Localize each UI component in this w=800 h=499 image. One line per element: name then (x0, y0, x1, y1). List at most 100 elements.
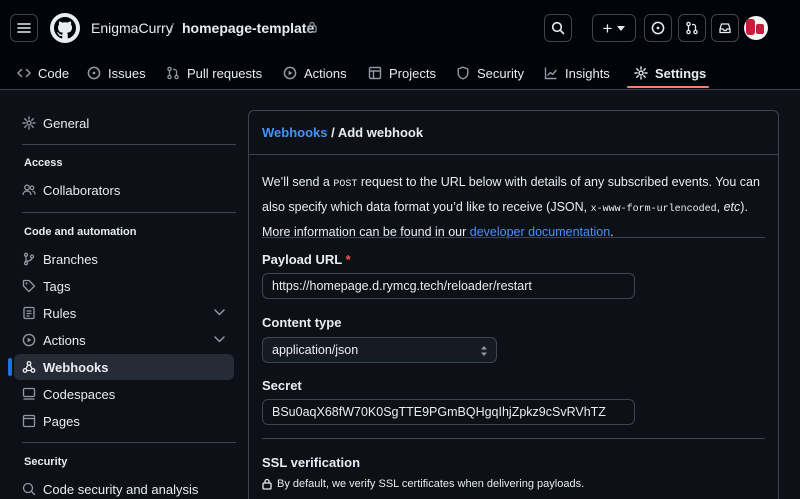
breadcrumb-separator: / (170, 20, 174, 36)
sidebar-item-label: Actions (43, 332, 86, 348)
tag-icon (22, 279, 36, 293)
sidebar-item-label: Rules (43, 305, 77, 321)
browser-icon (22, 414, 36, 428)
tab-label: Code (38, 65, 70, 81)
table-icon (368, 66, 382, 80)
active-tab-indicator (627, 86, 709, 88)
webhook-icon (22, 361, 36, 373)
search-button[interactable] (544, 14, 572, 42)
tab-label: Settings (655, 65, 707, 81)
chevron-down-icon[interactable] (214, 336, 225, 343)
user-avatar[interactable] (744, 16, 768, 40)
tab-pull-requests[interactable]: Pull requests (166, 56, 262, 90)
tab-label: Insights (565, 65, 610, 81)
tab-label: Issues (108, 65, 146, 81)
shield-icon (457, 66, 469, 80)
chevron-down-icon[interactable] (214, 309, 225, 316)
sidebar-divider (22, 442, 236, 443)
content-type-select[interactable]: application/json (262, 337, 497, 363)
sidebar-heading-security: Security (24, 456, 68, 468)
sidebar-item-tags[interactable]: Tags (22, 274, 70, 298)
sidebar-item-label: Tags (43, 278, 71, 294)
intro-text-part: We’ll send a (262, 175, 334, 189)
plus-icon: + (602, 18, 613, 38)
form-urlencoded-code: x-www-form-urlencoded (590, 204, 717, 215)
sidebar-item-rules[interactable]: Rules (22, 301, 76, 325)
tab-code[interactable]: Code (17, 56, 69, 90)
code-icon (17, 68, 31, 78)
sidebar-item-branches[interactable]: Branches (22, 247, 98, 271)
play-icon (22, 333, 36, 347)
tab-issues[interactable]: Issues (87, 56, 146, 90)
intro-text: We’ll send a POST request to the URL bel… (262, 171, 767, 243)
webhooks-breadcrumb-link[interactable]: Webhooks (262, 125, 328, 140)
section-divider (262, 237, 765, 238)
page-title-text: / Add webhook (327, 125, 424, 140)
octocat-icon (54, 17, 76, 39)
ssl-note-text: By default, we verify SSL certificates w… (277, 478, 585, 490)
hamburger-icon (17, 23, 31, 33)
section-divider (262, 438, 765, 439)
sidebar-item-actions[interactable]: Actions (22, 328, 86, 352)
tab-label: Security (477, 65, 524, 81)
menu-button[interactable] (10, 14, 38, 42)
sidebar-item-label: Pages (43, 413, 80, 429)
payload-url-label: Payload URL * (262, 252, 351, 267)
sidebar-divider (22, 144, 236, 145)
tab-projects[interactable]: Projects (368, 56, 436, 90)
rules-icon (23, 306, 35, 320)
pull-requests-button[interactable] (678, 14, 706, 42)
sidebar-heading-code-and-automation: Code and automation (24, 226, 137, 238)
repo-name-link[interactable]: homepage-template (182, 20, 314, 36)
secret-label: Secret (262, 378, 302, 393)
tab-label: Pull requests (187, 65, 263, 81)
sidebar-item-code-security[interactable]: Code security and analysis (22, 477, 198, 499)
page-title: Webhooks / Add webhook (262, 125, 423, 140)
etc-text: etc (723, 200, 741, 214)
sidebar-item-general[interactable]: General (22, 111, 89, 135)
sidebar-item-label: Branches (43, 251, 98, 267)
sidebar-item-label: Codespaces (43, 386, 116, 402)
github-logo[interactable] (50, 13, 80, 43)
issues-button[interactable] (644, 14, 672, 42)
graph-icon (544, 67, 558, 80)
branch-icon (23, 252, 35, 266)
gear-icon (22, 116, 36, 130)
tab-settings[interactable]: Settings (634, 56, 706, 90)
play-icon (283, 66, 297, 80)
sidebar-item-label: Collaborators (43, 182, 121, 198)
sidebar-item-label: Webhooks (43, 359, 109, 375)
content-type-label: Content type (262, 315, 342, 330)
ssl-verification-label: SSL verification (262, 455, 361, 470)
sidebar-item-label: General (43, 115, 90, 131)
tab-insights[interactable]: Insights (544, 56, 610, 90)
payload-url-input[interactable] (262, 273, 635, 299)
sidebar-item-label: Code security and analysis (43, 481, 199, 497)
lock-icon (307, 21, 317, 33)
codespaces-icon (22, 387, 36, 400)
sidebar-item-codespaces[interactable]: Codespaces (22, 382, 115, 406)
people-icon (22, 184, 36, 196)
select-arrows-icon (481, 346, 487, 356)
inbox-button[interactable] (711, 14, 739, 42)
secret-input[interactable] (262, 399, 635, 425)
create-new-button[interactable]: + (592, 14, 636, 42)
search-icon (551, 21, 565, 35)
caret-down-icon (617, 25, 626, 31)
tab-security[interactable]: Security (456, 56, 524, 90)
payload-url-label-text: Payload URL (262, 252, 342, 267)
post-code: POST (333, 179, 358, 190)
sidebar-item-webhooks[interactable]: Webhooks (22, 355, 109, 379)
sidebar-active-indicator (8, 358, 12, 376)
repo-owner-link[interactable]: EnigmaCurry (91, 20, 173, 36)
sidebar-heading-access: Access (24, 157, 63, 169)
required-marker: * (345, 252, 351, 267)
sidebar-item-collaborators[interactable]: Collaborators (22, 178, 120, 202)
issue-icon (87, 66, 101, 80)
pull-request-icon (686, 21, 698, 35)
content-type-value: application/json (272, 343, 359, 357)
sidebar-divider (22, 212, 236, 213)
tab-actions[interactable]: Actions (283, 56, 347, 90)
top-header: EnigmaCurry / homepage-template + (0, 0, 800, 56)
sidebar-item-pages[interactable]: Pages (22, 409, 80, 433)
